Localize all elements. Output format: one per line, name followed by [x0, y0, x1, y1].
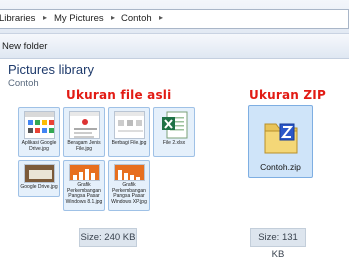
breadcrumb-my-pictures[interactable]: My Pictures: [54, 13, 104, 24]
file-tile[interactable]: Aplikasi Google Drive.jpg: [18, 107, 60, 157]
file-name: Berbagi File.jpg: [111, 140, 147, 146]
chart-thumbnail-icon: [114, 164, 145, 181]
chart-thumbnail-icon: [69, 164, 100, 181]
file-tile[interactable]: File 2.xlsx: [153, 107, 195, 157]
breadcrumb-libraries[interactable]: Libraries: [0, 13, 35, 24]
library-title: Pictures library: [8, 62, 94, 77]
chevron-right-icon[interactable]: ▸: [43, 13, 47, 22]
file-name: File 2.xlsx: [162, 140, 186, 146]
file-tile[interactable]: Grafik Perkembangan Pangsa Pasar Windows…: [108, 160, 150, 211]
breadcrumb[interactable]: Libraries ▸ My Pictures ▸ Contoh ▸: [0, 9, 349, 29]
new-folder-button[interactable]: New folder: [2, 41, 47, 52]
file-tile[interactable]: Beragam Jenis File.jpg: [63, 107, 105, 157]
zip-size-caption: Size: 131 KB: [250, 228, 306, 260]
excel-icon: [159, 111, 190, 139]
file-tile[interactable]: Grafik Perkembangan Pangsa Pasar Windows…: [63, 160, 105, 211]
library-subtitle: Contoh: [8, 78, 39, 89]
chevron-right-icon[interactable]: ▸: [111, 13, 115, 22]
file-name: Aplikasi Google Drive.jpg: [21, 140, 57, 152]
screenshot-thumbnail-icon: [24, 111, 55, 139]
toolbar: New folder: [0, 34, 349, 59]
zip-file-tile[interactable]: Contoh.zip: [248, 105, 313, 178]
screenshot-thumbnail-icon: [69, 111, 100, 139]
zip-size-label: Ukuran ZIP: [249, 88, 326, 102]
zip-folder-icon: [263, 118, 299, 161]
file-name: Grafik Perkembangan Pangsa Pasar Windows…: [111, 182, 147, 205]
original-size-label: Ukuran file asli: [66, 88, 172, 102]
breadcrumb-contoh[interactable]: Contoh: [121, 13, 152, 24]
file-name: Beragam Jenis File.jpg: [67, 140, 101, 152]
file-tile[interactable]: Google Drive.jpg: [18, 160, 60, 197]
address-bar: Libraries ▸ My Pictures ▸ Contoh ▸: [0, 0, 349, 34]
original-size-caption: Size: 240 KB: [79, 228, 137, 247]
screenshot-thumbnail-icon: [114, 111, 145, 139]
chevron-right-icon[interactable]: ▸: [159, 13, 163, 22]
file-name: Google Drive.jpg: [20, 184, 58, 190]
zip-file-name: Contoh.zip: [260, 162, 301, 172]
file-name: Grafik Perkembangan Pangsa Pasar Windows…: [65, 182, 103, 205]
file-tile[interactable]: Berbagi File.jpg: [108, 107, 150, 157]
screenshot-thumbnail-icon: [24, 164, 55, 183]
